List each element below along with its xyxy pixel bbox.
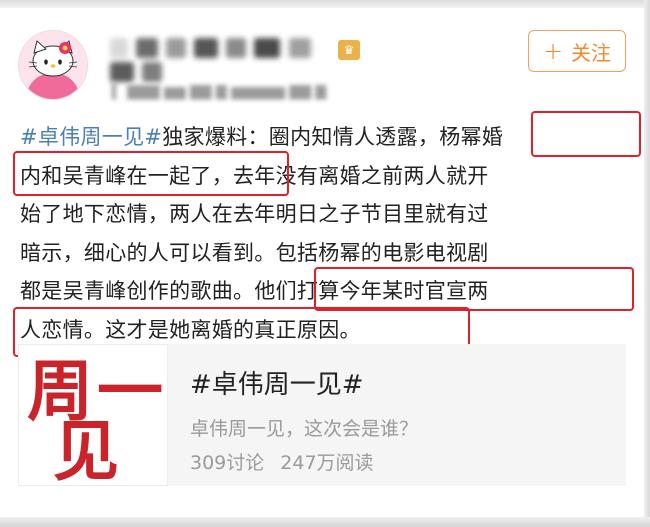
post-text-highlighted: 杨幂婚 [439,125,504,149]
post-line-3: 始了地下恋情，两人在去年明日之子节目里就有过 [20,202,489,226]
hashtag-link[interactable]: #卓伟周一见# [20,125,162,149]
frame-right-edge [644,0,650,527]
follow-button[interactable]: + 关注 [528,30,626,72]
post-meta-blurred: ▍ ▇▇▇ ▆▆ ▇▇ ▇ ▆▆▆▆▆ ▇▇ ▇ [112,84,327,100]
topic-title[interactable]: #卓伟周一见# [190,364,364,401]
topic-description: 卓伟周一见，这次会是谁？ [190,418,419,440]
highlight-box-1 [531,111,641,157]
topic-discussion-count: 309讨论 [190,452,265,474]
thumb-char-3: 见 [53,413,119,486]
highlight-box-2 [13,151,289,196]
topic-thumbnail: 周 一 见 [18,344,168,486]
highlight-box-3 [314,267,634,311]
topic-read-count: 247万阅读 [280,452,374,474]
username-blurred[interactable] [110,38,330,82]
post-text-segment: 都是吴青峰创作的歌曲。 [20,279,255,303]
follow-label: 关注 [571,40,612,65]
frame-bottom-edge [0,517,650,527]
topic-card[interactable]: 周 一 见 #卓伟周一见# 卓伟周一见，这次会是谁？ 309讨论 247万阅读 [18,344,626,486]
vip-badge-icon: ♛ [338,40,360,60]
post-text-segment: 独家爆料：圈内知情人透露， [162,125,440,149]
plus-icon: + [542,37,564,65]
avatar[interactable] [18,30,88,100]
hello-kitty-avatar-icon [19,31,87,99]
topic-stats: 309讨论 247万阅读 [190,448,374,475]
frame-top-edge [0,0,650,8]
